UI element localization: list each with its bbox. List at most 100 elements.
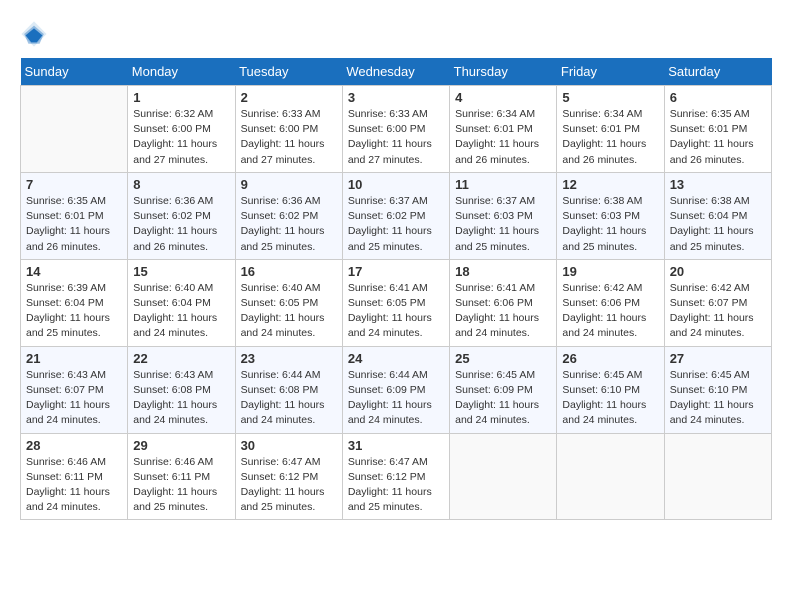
day-number: 16 <box>241 264 337 279</box>
calendar-cell: 21 Sunrise: 6:43 AM Sunset: 6:07 PM Dayli… <box>21 346 128 433</box>
day-number: 31 <box>348 438 444 453</box>
calendar-cell: 22 Sunrise: 6:43 AM Sunset: 6:08 PM Dayli… <box>128 346 235 433</box>
calendar-cell: 25 Sunrise: 6:45 AM Sunset: 6:09 PM Dayli… <box>450 346 557 433</box>
calendar-cell: 14 Sunrise: 6:39 AM Sunset: 6:04 PM Dayli… <box>21 259 128 346</box>
day-number: 12 <box>562 177 658 192</box>
weekday-header: Saturday <box>664 58 771 86</box>
day-number: 27 <box>670 351 766 366</box>
day-info: Sunrise: 6:35 AM Sunset: 6:01 PM Dayligh… <box>670 107 766 168</box>
day-number: 22 <box>133 351 229 366</box>
logo-icon <box>20 20 48 48</box>
day-number: 29 <box>133 438 229 453</box>
day-info: Sunrise: 6:42 AM Sunset: 6:07 PM Dayligh… <box>670 281 766 342</box>
day-info: Sunrise: 6:46 AM Sunset: 6:11 PM Dayligh… <box>26 455 122 516</box>
day-info: Sunrise: 6:35 AM Sunset: 6:01 PM Dayligh… <box>26 194 122 255</box>
day-info: Sunrise: 6:41 AM Sunset: 6:06 PM Dayligh… <box>455 281 551 342</box>
calendar-cell: 9 Sunrise: 6:36 AM Sunset: 6:02 PM Daylig… <box>235 172 342 259</box>
calendar-cell <box>664 433 771 520</box>
calendar-cell: 2 Sunrise: 6:33 AM Sunset: 6:00 PM Daylig… <box>235 86 342 173</box>
calendar-cell: 4 Sunrise: 6:34 AM Sunset: 6:01 PM Daylig… <box>450 86 557 173</box>
day-info: Sunrise: 6:43 AM Sunset: 6:07 PM Dayligh… <box>26 368 122 429</box>
calendar-cell: 8 Sunrise: 6:36 AM Sunset: 6:02 PM Daylig… <box>128 172 235 259</box>
day-info: Sunrise: 6:42 AM Sunset: 6:06 PM Dayligh… <box>562 281 658 342</box>
calendar-cell: 6 Sunrise: 6:35 AM Sunset: 6:01 PM Daylig… <box>664 86 771 173</box>
calendar-cell: 28 Sunrise: 6:46 AM Sunset: 6:11 PM Dayli… <box>21 433 128 520</box>
calendar-week-row: 21 Sunrise: 6:43 AM Sunset: 6:07 PM Dayli… <box>21 346 772 433</box>
calendar-cell: 26 Sunrise: 6:45 AM Sunset: 6:10 PM Dayli… <box>557 346 664 433</box>
day-info: Sunrise: 6:37 AM Sunset: 6:02 PM Dayligh… <box>348 194 444 255</box>
calendar-cell: 11 Sunrise: 6:37 AM Sunset: 6:03 PM Dayli… <box>450 172 557 259</box>
day-number: 19 <box>562 264 658 279</box>
weekday-header: Monday <box>128 58 235 86</box>
day-number: 5 <box>562 90 658 105</box>
day-info: Sunrise: 6:40 AM Sunset: 6:04 PM Dayligh… <box>133 281 229 342</box>
day-info: Sunrise: 6:39 AM Sunset: 6:04 PM Dayligh… <box>26 281 122 342</box>
calendar-cell: 7 Sunrise: 6:35 AM Sunset: 6:01 PM Daylig… <box>21 172 128 259</box>
day-number: 24 <box>348 351 444 366</box>
weekday-header: Tuesday <box>235 58 342 86</box>
calendar-cell: 24Sunrise: 6:44 AM Sunset: 6:09 PM Dayli… <box>342 346 449 433</box>
day-info: Sunrise: 6:45 AM Sunset: 6:10 PM Dayligh… <box>670 368 766 429</box>
day-info: Sunrise: 6:40 AM Sunset: 6:05 PM Dayligh… <box>241 281 337 342</box>
day-info: Sunrise: 6:36 AM Sunset: 6:02 PM Dayligh… <box>133 194 229 255</box>
day-number: 26 <box>562 351 658 366</box>
calendar-cell: 23Sunrise: 6:44 AM Sunset: 6:08 PM Dayli… <box>235 346 342 433</box>
calendar-cell: 17 Sunrise: 6:41 AM Sunset: 6:05 PM Dayli… <box>342 259 449 346</box>
day-number: 28 <box>26 438 122 453</box>
day-number: 4 <box>455 90 551 105</box>
calendar-week-row: 28 Sunrise: 6:46 AM Sunset: 6:11 PM Dayli… <box>21 433 772 520</box>
day-number: 9 <box>241 177 337 192</box>
day-info: Sunrise: 6:36 AM Sunset: 6:02 PM Dayligh… <box>241 194 337 255</box>
day-number: 13 <box>670 177 766 192</box>
calendar-cell: 31Sunrise: 6:47 AM Sunset: 6:12 PM Dayli… <box>342 433 449 520</box>
day-number: 21 <box>26 351 122 366</box>
calendar-cell: 3 Sunrise: 6:33 AM Sunset: 6:00 PM Daylig… <box>342 86 449 173</box>
day-number: 17 <box>348 264 444 279</box>
day-info: Sunrise: 6:37 AM Sunset: 6:03 PM Dayligh… <box>455 194 551 255</box>
day-number: 6 <box>670 90 766 105</box>
day-number: 25 <box>455 351 551 366</box>
day-number: 7 <box>26 177 122 192</box>
day-number: 10 <box>348 177 444 192</box>
day-info: Sunrise: 6:41 AM Sunset: 6:05 PM Dayligh… <box>348 281 444 342</box>
calendar-cell: 13 Sunrise: 6:38 AM Sunset: 6:04 PM Dayli… <box>664 172 771 259</box>
calendar-cell: 18 Sunrise: 6:41 AM Sunset: 6:06 PM Dayli… <box>450 259 557 346</box>
day-number: 2 <box>241 90 337 105</box>
calendar-cell: 15 Sunrise: 6:40 AM Sunset: 6:04 PM Dayli… <box>128 259 235 346</box>
day-number: 14 <box>26 264 122 279</box>
day-number: 3 <box>348 90 444 105</box>
day-number: 8 <box>133 177 229 192</box>
day-info: Sunrise: 6:33 AM Sunset: 6:00 PM Dayligh… <box>241 107 337 168</box>
day-number: 15 <box>133 264 229 279</box>
calendar-cell: 30 Sunrise: 6:47 AM Sunset: 6:12 PM Dayli… <box>235 433 342 520</box>
day-number: 11 <box>455 177 551 192</box>
calendar-cell: 20Sunrise: 6:42 AM Sunset: 6:07 PM Dayli… <box>664 259 771 346</box>
weekday-header: Friday <box>557 58 664 86</box>
day-info: Sunrise: 6:46 AM Sunset: 6:11 PM Dayligh… <box>133 455 229 516</box>
day-number: 23 <box>241 351 337 366</box>
day-number: 18 <box>455 264 551 279</box>
calendar-cell: 1 Sunrise: 6:32 AM Sunset: 6:00 PM Daylig… <box>128 86 235 173</box>
page-header <box>20 20 772 48</box>
weekday-header: Sunday <box>21 58 128 86</box>
calendar-week-row: 14 Sunrise: 6:39 AM Sunset: 6:04 PM Dayli… <box>21 259 772 346</box>
calendar-cell <box>21 86 128 173</box>
day-info: Sunrise: 6:47 AM Sunset: 6:12 PM Dayligh… <box>241 455 337 516</box>
calendar-cell <box>557 433 664 520</box>
day-info: Sunrise: 6:43 AM Sunset: 6:08 PM Dayligh… <box>133 368 229 429</box>
calendar-week-row: 7 Sunrise: 6:35 AM Sunset: 6:01 PM Daylig… <box>21 172 772 259</box>
day-info: Sunrise: 6:45 AM Sunset: 6:10 PM Dayligh… <box>562 368 658 429</box>
day-info: Sunrise: 6:33 AM Sunset: 6:00 PM Dayligh… <box>348 107 444 168</box>
day-info: Sunrise: 6:38 AM Sunset: 6:04 PM Dayligh… <box>670 194 766 255</box>
day-info: Sunrise: 6:45 AM Sunset: 6:09 PM Dayligh… <box>455 368 551 429</box>
calendar-cell <box>450 433 557 520</box>
calendar-cell: 27 Sunrise: 6:45 AM Sunset: 6:10 PM Dayli… <box>664 346 771 433</box>
weekday-header: Thursday <box>450 58 557 86</box>
logo <box>20 20 52 48</box>
day-info: Sunrise: 6:32 AM Sunset: 6:00 PM Dayligh… <box>133 107 229 168</box>
day-number: 1 <box>133 90 229 105</box>
calendar-cell: 10 Sunrise: 6:37 AM Sunset: 6:02 PM Dayli… <box>342 172 449 259</box>
weekday-header-row: SundayMondayTuesdayWednesdayThursdayFrid… <box>21 58 772 86</box>
day-number: 30 <box>241 438 337 453</box>
day-info: Sunrise: 6:34 AM Sunset: 6:01 PM Dayligh… <box>455 107 551 168</box>
